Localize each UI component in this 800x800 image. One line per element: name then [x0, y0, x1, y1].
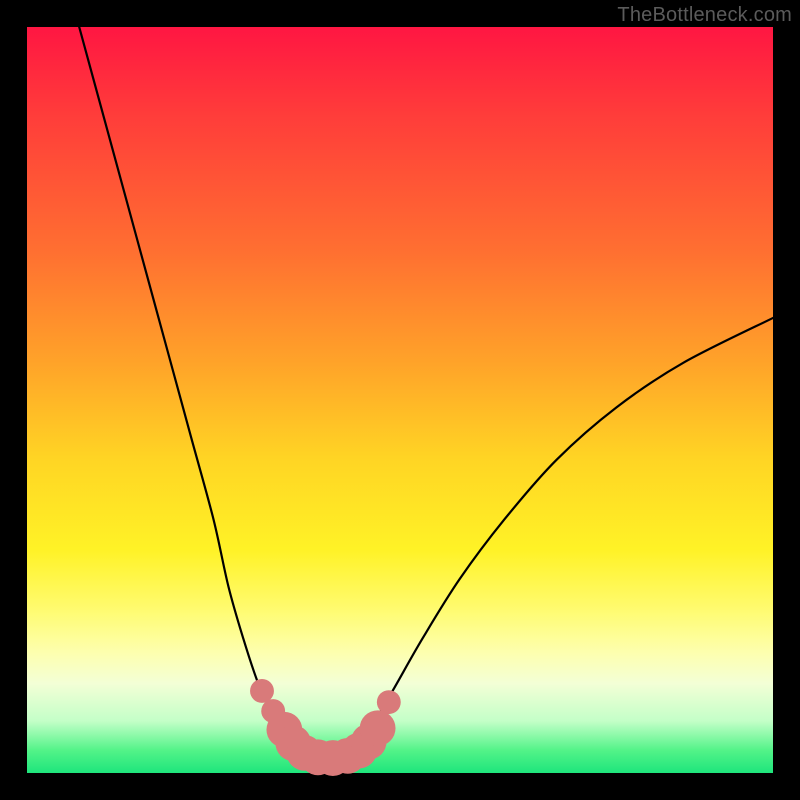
attribution-text: TheBottleneck.com	[617, 4, 792, 27]
plot-area	[27, 27, 773, 773]
curve-left-curve	[79, 27, 318, 758]
valley-marker	[377, 690, 401, 714]
chart-frame: TheBottleneck.com	[0, 0, 800, 800]
curve-right-curve	[340, 318, 773, 757]
chart-svg	[27, 27, 773, 773]
valley-marker	[360, 710, 396, 746]
valley-marker	[250, 679, 274, 703]
